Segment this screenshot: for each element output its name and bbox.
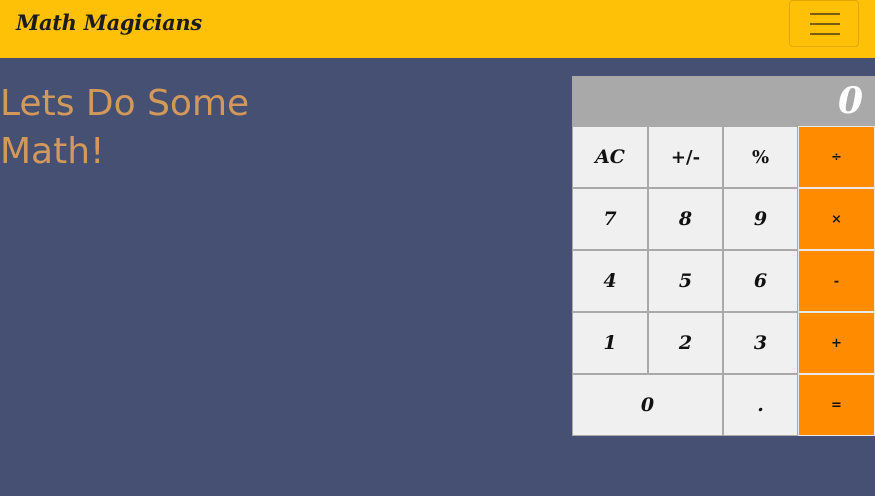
key-7[interactable]: 7 [572,188,648,250]
menu-toggle-button[interactable] [789,0,859,47]
calculator-keypad: AC +/- % ÷ 7 8 9 × 4 5 6 - 1 2 3 + 0 . = [572,126,875,436]
key-divide[interactable]: ÷ [798,126,875,188]
key-4[interactable]: 4 [572,250,648,312]
calculator-display: 0 [572,76,875,126]
key-5[interactable]: 5 [648,250,723,312]
key-1[interactable]: 1 [572,312,648,374]
key-9[interactable]: 9 [723,188,798,250]
key-percent[interactable]: % [723,126,798,188]
key-minus[interactable]: - [798,250,875,312]
key-plus-minus[interactable]: +/- [648,126,723,188]
brand-title[interactable]: Math Magicians [16,10,202,35]
key-equals[interactable]: = [798,374,875,436]
key-3[interactable]: 3 [723,312,798,374]
page-headline: Lets Do Some Math! [0,83,250,172]
navbar: Math Magicians [0,0,875,58]
key-2[interactable]: 2 [648,312,723,374]
key-0[interactable]: 0 [572,374,723,436]
calculator: 0 AC +/- % ÷ 7 8 9 × 4 5 6 - 1 2 3 + 0 .… [572,76,875,438]
key-6[interactable]: 6 [723,250,798,312]
key-8[interactable]: 8 [648,188,723,250]
key-multiply[interactable]: × [798,188,875,250]
key-plus[interactable]: + [798,312,875,374]
key-dot[interactable]: . [723,374,798,436]
key-ac[interactable]: AC [572,126,648,188]
